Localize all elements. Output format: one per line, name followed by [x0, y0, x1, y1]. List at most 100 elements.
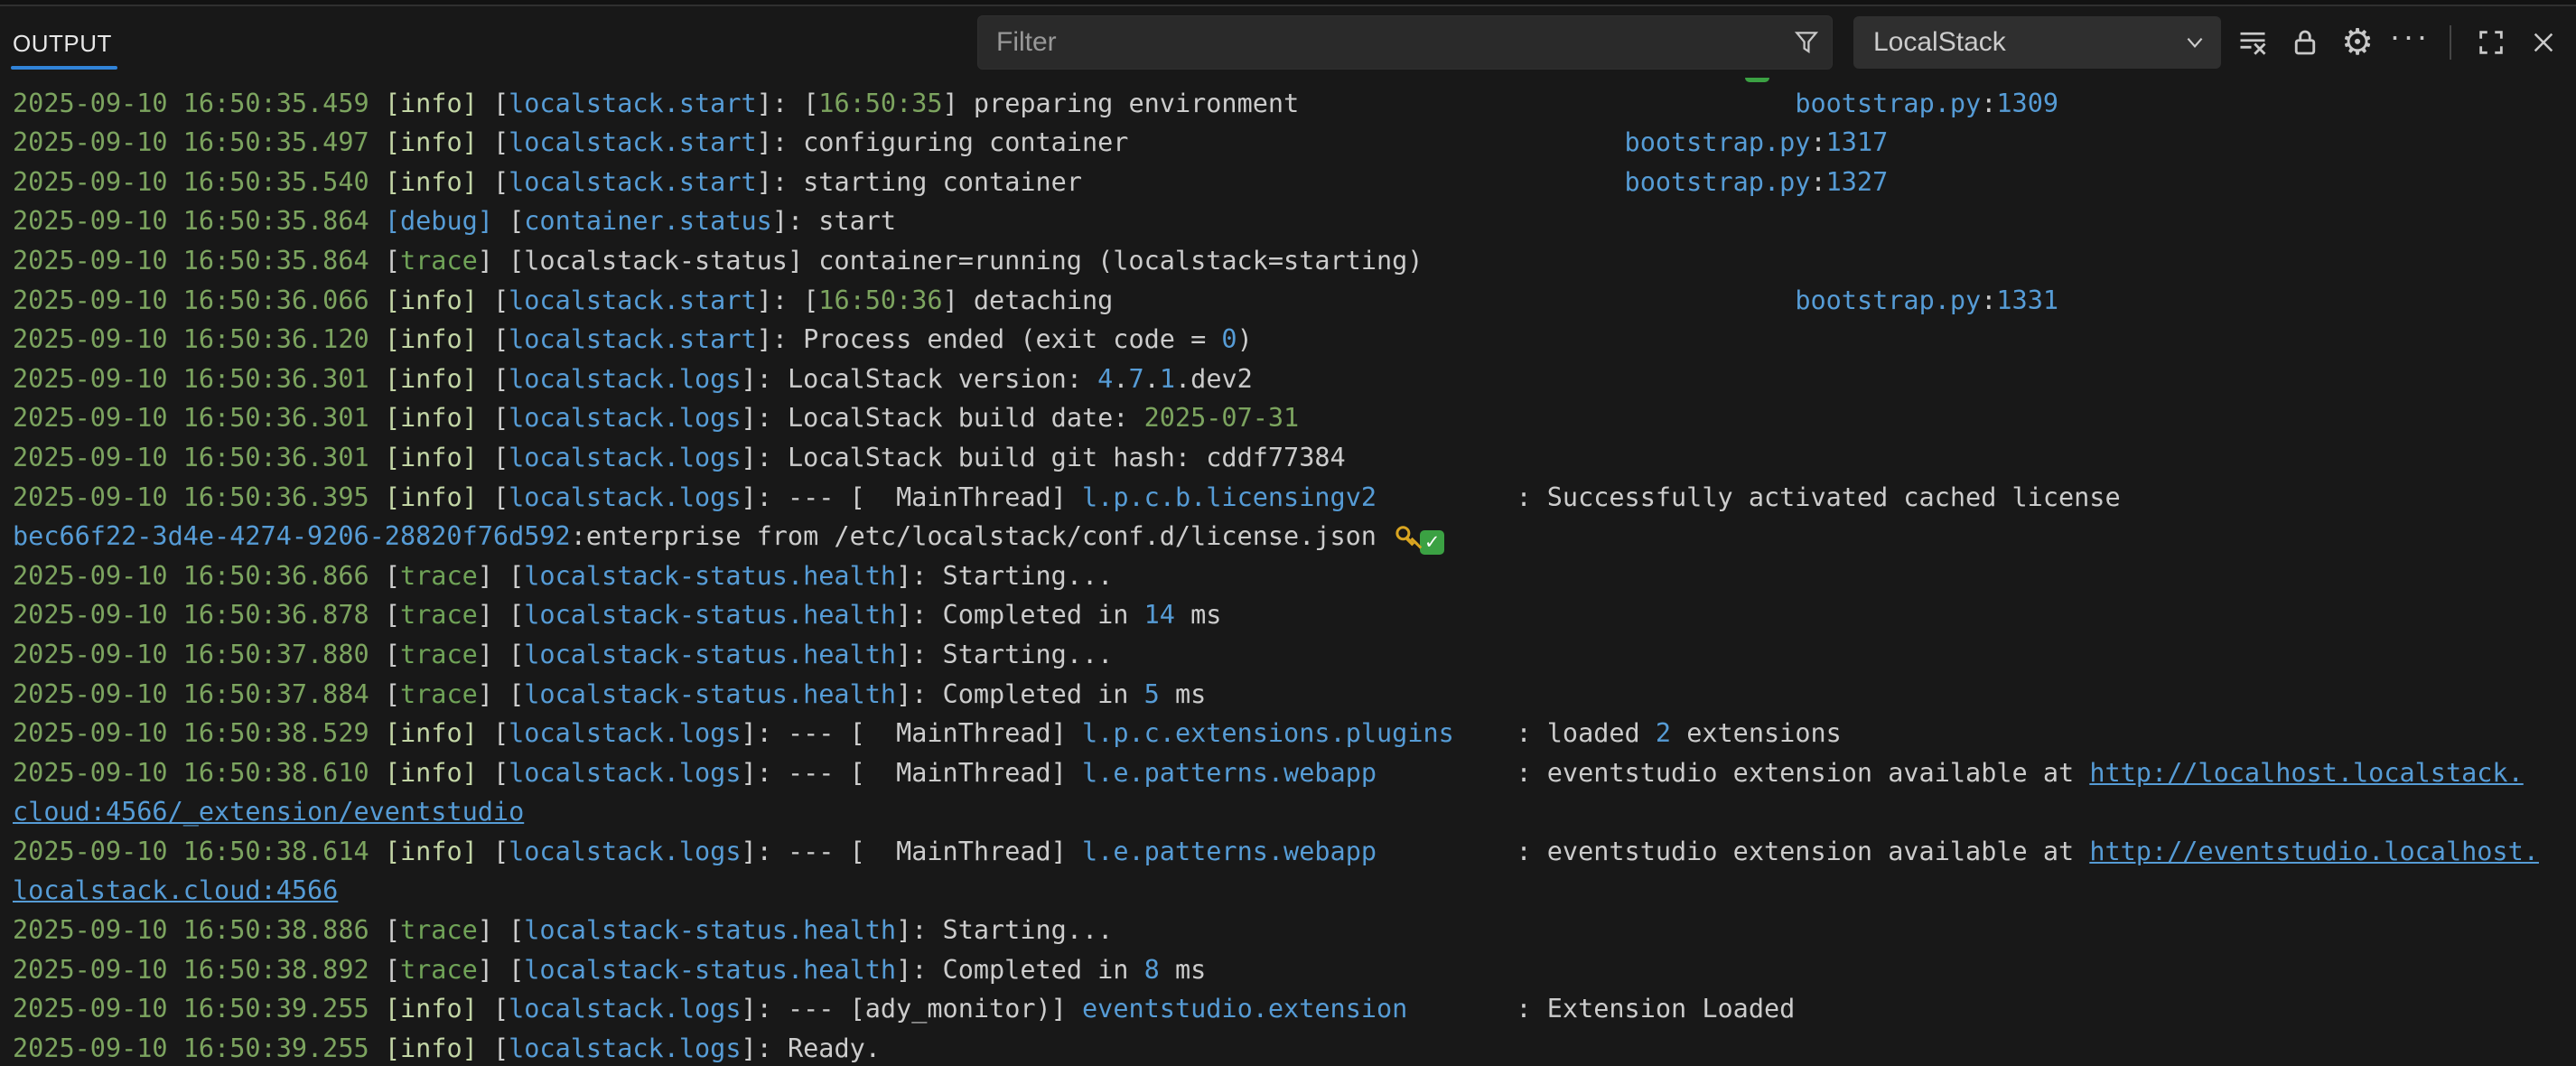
timestamp: 2025-09-10 16:50:35.459 — [13, 89, 369, 118]
token: 2 — [1656, 718, 1671, 748]
log-text — [369, 758, 385, 788]
info-tag: [info] — [385, 443, 478, 472]
token: localstack.logs — [509, 403, 741, 433]
log-text — [369, 89, 385, 118]
log-text: ]: --- [ MainThread] — [742, 718, 1083, 748]
lock-scroll-button[interactable] — [2285, 23, 2325, 62]
output-channel-value: LocalStack — [1853, 27, 2183, 58]
token: localstack.start — [509, 127, 757, 157]
file-link[interactable]: 1317 — [1826, 127, 1889, 157]
log-text: [ — [478, 443, 509, 472]
token: 14 — [1144, 600, 1175, 630]
filter-funnel-icon[interactable] — [1787, 28, 1826, 57]
token: localstack.logs — [509, 718, 741, 748]
log-text: ]: configuring container — [757, 127, 1129, 157]
info-tag: [info] — [385, 89, 478, 118]
url-link[interactable]: localstack.cloud:4566 — [13, 875, 338, 905]
timestamp: 16:50:36 — [818, 285, 942, 315]
log-line: 2025-09-10 16:50:35.864 [debug] [contain… — [13, 201, 2576, 241]
more-actions-button[interactable]: ··· — [2390, 23, 2430, 62]
close-panel-button[interactable] — [2524, 23, 2563, 62]
log-text: ]: Starting... — [896, 915, 1113, 945]
info-tag: [info] — [385, 1033, 478, 1063]
log-line: 2025-09-10 16:50:37.880 [trace] [localst… — [13, 635, 2576, 675]
timestamp: 2025-09-10 16:50:36.301 — [13, 364, 369, 394]
log-text: [ — [478, 994, 509, 1024]
log-text: ]: start — [772, 206, 896, 236]
token: l.p.c.extensions.plugins — [1082, 718, 1454, 748]
log-text: extensions — [1671, 718, 1842, 748]
maximize-panel-button[interactable] — [2471, 23, 2511, 62]
log-text — [369, 167, 385, 197]
log-text: ]: Completed in — [896, 679, 1144, 709]
timestamp: 2025-09-10 16:50:36.866 — [13, 561, 369, 591]
log-line: 2025-09-10 16:50:36.395 [info] [localsta… — [13, 478, 2576, 518]
file-link[interactable]: 1331 — [1996, 285, 2058, 315]
url-link[interactable]: http://localhost.localstack. — [2089, 758, 2523, 788]
timestamp: 16:50:35 — [818, 89, 942, 118]
token: localstack-status.health — [524, 955, 896, 985]
timestamp: 2025-09-10 16:50:39.255 — [13, 1033, 369, 1063]
log-line: 2025-09-10 16:50:35.497 [info] [localsta… — [13, 123, 2576, 163]
token: 7 — [1129, 364, 1144, 394]
timestamp: 2025-09-10 16:50:35.497 — [13, 127, 369, 157]
log-line: 2025-09-10 16:50:35.459 [info] [localsta… — [13, 84, 2576, 124]
clear-output-button[interactable] — [2233, 23, 2273, 62]
log-text: ] [ — [478, 561, 524, 591]
log-text — [1082, 167, 1625, 197]
log-text: : Successfully activated cached license — [1377, 482, 2121, 512]
file-link[interactable]: 1327 — [1826, 167, 1889, 197]
file-link[interactable]: bootstrap.py — [1795, 89, 1981, 118]
token: localstack-status.health — [524, 640, 896, 669]
file-link[interactable]: 1309 — [1996, 89, 2058, 118]
settings-gear-icon[interactable]: ⚙ — [2338, 23, 2377, 62]
url-link[interactable]: http://eventstudio.localhost. — [2089, 837, 2539, 866]
log-line: 2025-09-10 16:50:36.120 [info] [localsta… — [13, 320, 2576, 360]
log-text — [1113, 285, 1795, 315]
file-link[interactable]: bootstrap.py — [1795, 285, 1981, 315]
token: localstack.logs — [509, 482, 741, 512]
trace-tag: trace — [400, 679, 478, 709]
log-text: [ — [369, 679, 400, 709]
output-panel: bec66f22-3d4e-4274-9206-28820f76d592:ent… — [0, 0, 2576, 1066]
log-text: [ — [478, 89, 509, 118]
log-text: [ — [478, 758, 509, 788]
token: eventstudio.extension — [1082, 994, 1407, 1024]
file-link[interactable]: bootstrap.py — [1625, 167, 1811, 197]
log-text: ] [ — [478, 679, 524, 709]
url-link[interactable]: cloud:4566/_extension/eventstudio — [13, 797, 524, 827]
log-text: ms — [1160, 955, 1206, 985]
info-tag: [info] — [385, 403, 478, 433]
trace-tag: trace — [400, 915, 478, 945]
trace-tag: trace — [400, 955, 478, 985]
log-text: ]: --- [ MainThread] — [742, 758, 1083, 788]
tab-output[interactable]: OUTPUT — [13, 30, 112, 58]
log-text — [369, 285, 385, 315]
timestamp: 2025-09-10 16:50:36.120 — [13, 324, 369, 354]
log-text: [ — [478, 403, 509, 433]
token: 8 — [1144, 955, 1160, 985]
token: bec66f22-3d4e-4274-9206-28820f76d592 — [13, 521, 571, 551]
log-line: 2025-09-10 16:50:38.614 [info] [localsta… — [13, 832, 2576, 872]
timestamp: 2025-07-31 — [1144, 403, 1300, 433]
filter-input[interactable] — [978, 27, 1787, 58]
trace-tag: trace — [400, 640, 478, 669]
log-text: ]: starting container — [757, 167, 1082, 197]
log-text: [ — [478, 127, 509, 157]
log-text — [1128, 127, 1624, 157]
log-text: : eventstudio extension available at — [1377, 758, 2089, 788]
log-text: ]: --- [ady_monitor)] — [742, 994, 1083, 1024]
log-text: ]: Ready. — [742, 1033, 881, 1063]
output-log-scroll-area[interactable]: bec66f22-3d4e-4274-9206-28820f76d592:ent… — [13, 44, 2576, 1066]
output-channel-select[interactable]: LocalStack — [1853, 16, 2221, 69]
log-text: [ — [478, 718, 509, 748]
log-text: [ — [369, 246, 400, 276]
timestamp: 2025-09-10 16:50:37.880 — [13, 640, 369, 669]
log-text: [ — [369, 955, 400, 985]
file-link[interactable]: bootstrap.py — [1625, 127, 1811, 157]
info-tag: [info] — [385, 127, 478, 157]
token: localstack.start — [509, 324, 757, 354]
panel-top-border[interactable] — [0, 0, 2576, 6]
log-text: [ — [478, 167, 509, 197]
log-text: ]: LocalStack build date: — [742, 403, 1144, 433]
